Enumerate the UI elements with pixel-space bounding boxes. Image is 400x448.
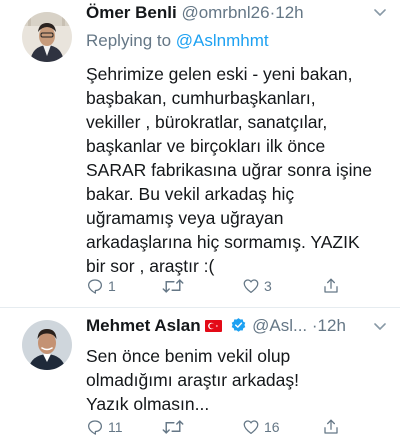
- reply-icon: [87, 279, 103, 294]
- tweet-text: Sen önce benim vekil olup olmadığımı ara…: [86, 344, 386, 416]
- tweet-text-line: başbakan, cumhurbaşkanları,: [86, 88, 316, 108]
- avatar[interactable]: [22, 12, 72, 62]
- tweet-text-line: uğramamış veya uğrayan: [86, 208, 284, 228]
- tweet-text-line: Yazık olmasın...: [86, 394, 210, 414]
- retweet-button[interactable]: [162, 276, 188, 296]
- replying-to-label: Replying to: [86, 31, 172, 50]
- heart-icon: [243, 420, 259, 435]
- tweet-text-line: bakar. Bu vekil arkadaş hiç: [86, 184, 295, 204]
- reply-button[interactable]: 11: [86, 417, 123, 437]
- reply-button[interactable]: 1: [86, 276, 116, 296]
- author-name[interactable]: Ömer Benli: [86, 3, 177, 22]
- reply-icon: [87, 420, 103, 435]
- share-icon: [324, 419, 338, 434]
- timestamp[interactable]: 12h: [275, 3, 303, 22]
- tweet-text-line: Sen önce benim vekil olup: [86, 346, 291, 366]
- like-button[interactable]: 3: [242, 276, 272, 296]
- tweet-actions: 1 3: [86, 276, 376, 296]
- retweet-icon: [162, 279, 184, 293]
- retweet-icon: [162, 420, 184, 434]
- author-name[interactable]: Mehmet Aslan: [86, 316, 201, 335]
- timestamp[interactable]: 12h: [318, 316, 346, 335]
- like-button[interactable]: 16: [242, 417, 280, 437]
- reply-count: 1: [108, 278, 116, 294]
- tweet-text-line: bir sor , araştır :(: [86, 256, 215, 276]
- tweet-header: Ömer Benli @omrbnl26·12h: [86, 3, 386, 25]
- tweet-reply[interactable]: Mehmet Aslan @Asl... ·12h Sen önce benim…: [0, 308, 400, 448]
- like-count: 3: [264, 278, 272, 294]
- tweet-text-line: olmadığımı araştır arkadaş!: [86, 370, 299, 390]
- avatar[interactable]: [22, 320, 72, 370]
- verified-badge-icon: [232, 318, 246, 332]
- tweet-text-line: vekiller , bürokratlar, sanatçılar,: [86, 112, 328, 132]
- replying-to: Replying to @Aslnmhmt: [86, 31, 269, 51]
- tweet-actions: 11 16: [86, 417, 376, 437]
- chevron-down-icon[interactable]: [374, 8, 386, 18]
- reply-count: 11: [108, 419, 123, 435]
- retweet-button[interactable]: [162, 417, 188, 437]
- tweet-text-line: SARAR fabrikasına uğrar sonra işine: [86, 160, 372, 180]
- tweet-text: Şehrimize gelen eski - yeni bakan, başba…: [86, 62, 386, 278]
- share-icon: [324, 278, 338, 293]
- share-button[interactable]: [322, 417, 340, 437]
- tweet-text-line: Şehrimize gelen eski - yeni bakan,: [86, 64, 353, 84]
- share-button[interactable]: [322, 276, 340, 296]
- chevron-down-icon[interactable]: [374, 322, 386, 332]
- turkish-flag-icon: [204, 320, 222, 332]
- tweet-text-line: başkanlar ve birçokları ilk önce: [86, 136, 326, 156]
- tweet-reply[interactable]: Ömer Benli @omrbnl26·12h Replying to @As…: [0, 0, 400, 308]
- like-count: 16: [264, 419, 280, 435]
- tweet-text-line: arkadaşlarına hiç sormamış. YAZIK: [86, 232, 360, 252]
- heart-icon: [243, 279, 259, 294]
- replying-to-handle[interactable]: @Aslnmhmt: [176, 31, 269, 50]
- author-handle[interactable]: @Asl...: [252, 316, 307, 335]
- tweet-header: Mehmet Aslan @Asl... ·12h: [86, 316, 386, 338]
- author-handle[interactable]: @omrbnl26: [181, 3, 269, 22]
